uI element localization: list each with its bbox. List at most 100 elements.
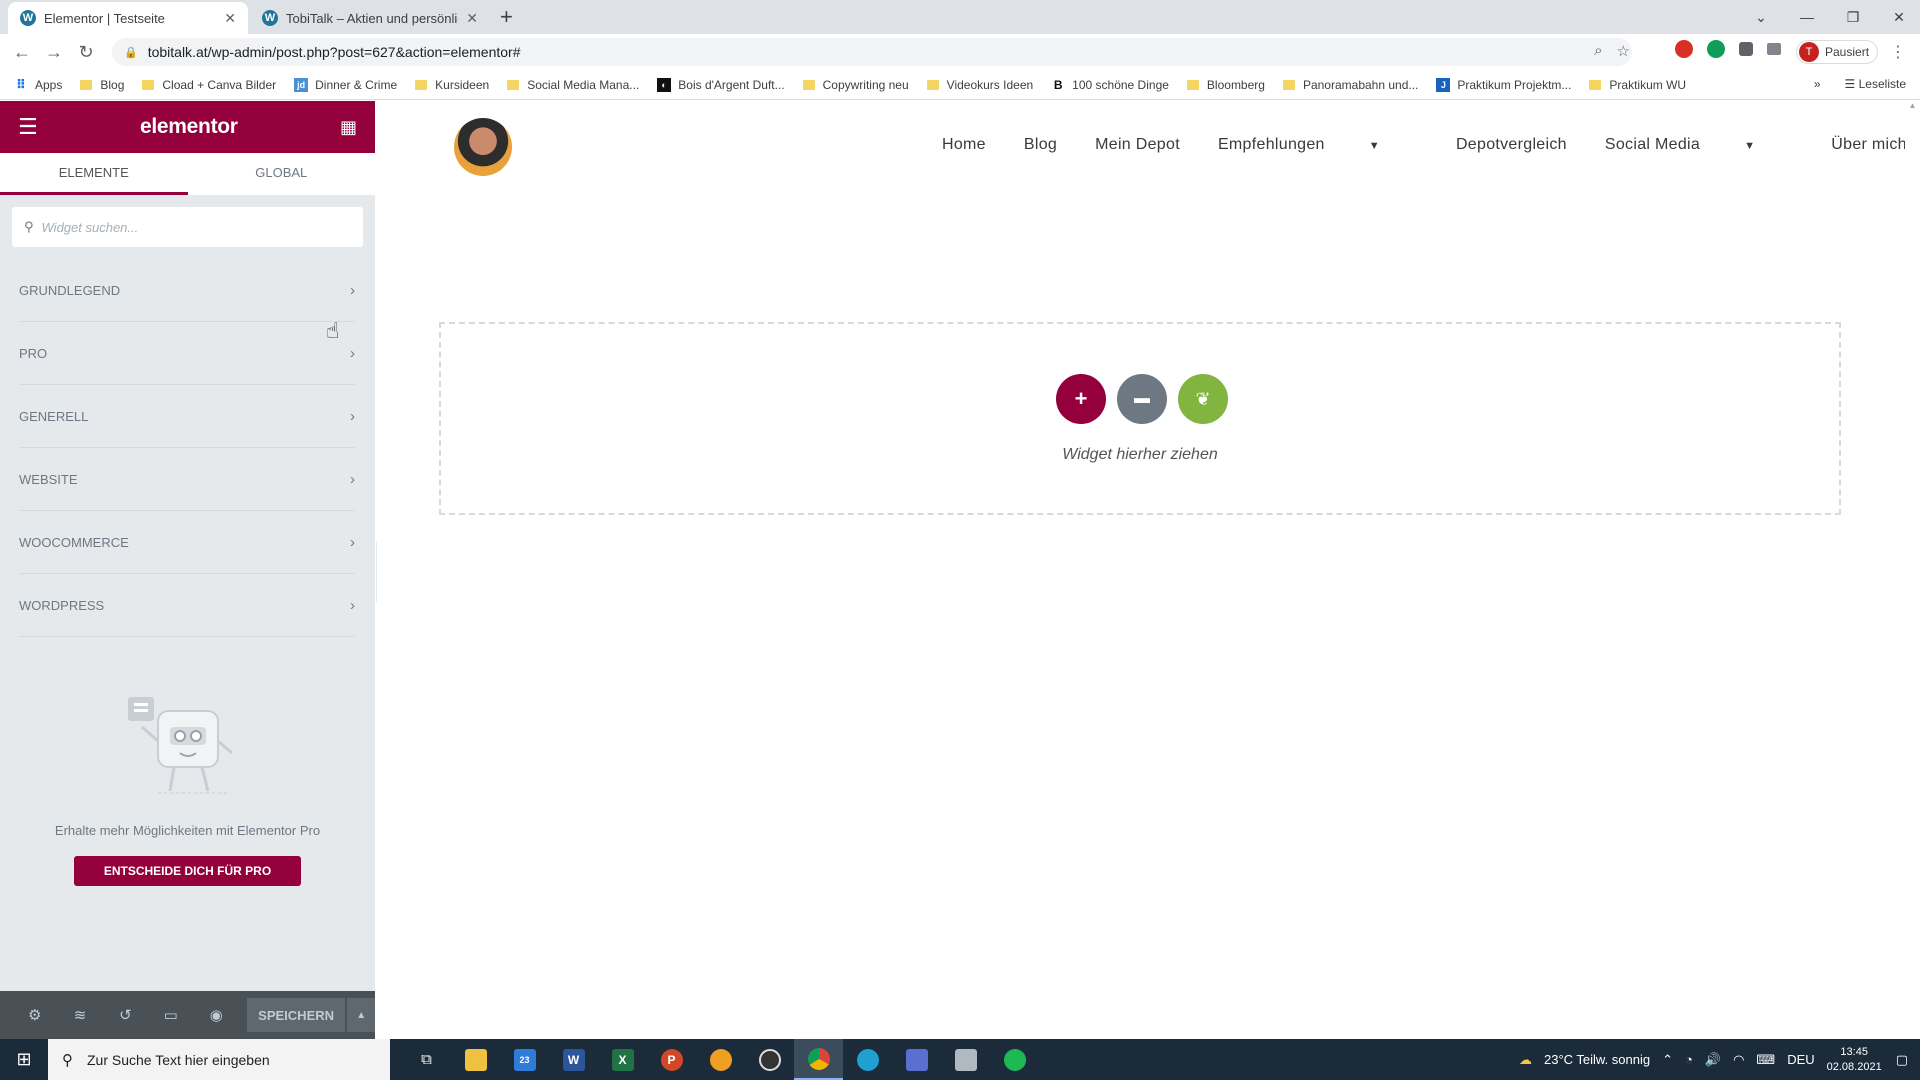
file-explorer-icon[interactable] [451,1039,500,1080]
spotify-icon[interactable] [990,1039,1039,1080]
mail-icon[interactable]: 23 [500,1039,549,1080]
save-button[interactable]: SPEICHERN [246,998,346,1032]
date: 02.08.2021 [1826,1060,1882,1073]
grammarly-icon[interactable] [1707,40,1725,58]
site-logo-avatar[interactable] [454,118,512,176]
language-indicator[interactable]: DEU [1787,1052,1814,1067]
bookmark-item[interactable]: Blog [80,78,124,92]
bookmark-item[interactable]: jd Dinner & Crime [294,77,397,92]
bookmark-item[interactable]: Copywriting neu [802,78,909,92]
category-wordpress[interactable]: WORDPRESS › [19,574,355,637]
add-section-plus-icon[interactable]: + [1056,374,1106,424]
chevron-down-icon: ▼ [1368,140,1380,152]
nav-depotvergleich[interactable]: Depotvergleich [1456,136,1567,154]
minimize-button[interactable]: — [1784,9,1830,25]
chrome-icon[interactable] [794,1039,843,1080]
add-template-folder-icon[interactable]: ▬ [1117,374,1167,424]
windows-start-icon[interactable]: ⊞ [0,1049,48,1070]
app-icon[interactable] [941,1039,990,1080]
bookmark-item[interactable]: J Praktikum Projektm... [1436,77,1571,92]
app-icon[interactable] [892,1039,941,1080]
bookmark-item[interactable]: B 100 schöne Dinge [1051,78,1169,92]
bookmark-item[interactable]: Bloomberg [1186,78,1265,92]
more-bookmarks-icon[interactable]: » [1814,77,1821,91]
weather-text[interactable]: 23°C Teilw. sonnig [1544,1052,1650,1067]
zoom-icon[interactable]: ⌕ [1594,42,1602,60]
network-icon[interactable]: ◔ [1685,1052,1693,1067]
excel-icon[interactable]: X [598,1039,647,1080]
bookmark-star-icon[interactable]: ☆ [1617,42,1630,60]
bookmark-item[interactable]: Videokurs Ideen [926,78,1033,92]
navigator-layers-icon[interactable]: ≋ [57,1006,102,1024]
adblock-icon[interactable] [1675,40,1693,58]
weather-icon[interactable]: ☁ [1519,1052,1532,1068]
forward-icon[interactable]: → [38,42,70,63]
tab-elementor[interactable]: W Elementor | Testseite ✕ [8,2,248,34]
category-generell[interactable]: GENERELL › [19,385,355,448]
bookmark-apps[interactable]: ⠿ Apps [14,77,62,92]
bookmark-item[interactable]: ◐ Bois d'Argent Duft... [657,77,785,92]
wifi-icon[interactable]: ◠ [1733,1052,1744,1068]
preview-eye-icon[interactable]: ◉ [193,1006,238,1024]
bookmark-item[interactable]: Panoramabahn und... [1282,78,1418,92]
site-navigation: Home Blog Mein Depot Empfehlungen ▼ Depot… [942,136,1920,154]
tab-global[interactable]: GLOBAL [188,153,376,195]
maximize-button[interactable]: ❐ [1830,9,1876,26]
history-icon[interactable]: ↺ [103,1006,148,1024]
reload-icon[interactable]: ↻ [70,42,102,63]
notifications-icon[interactable]: ▢ [1896,1052,1908,1068]
nav-empfehlungen[interactable]: Empfehlungen ▼ [1218,136,1418,154]
nav-blog[interactable]: Blog [1024,136,1057,154]
nav-mein-depot[interactable]: Mein Depot [1095,136,1180,154]
word-icon[interactable]: W [549,1039,598,1080]
tab-search-icon[interactable]: ⌄ [1738,9,1784,26]
edge-icon[interactable] [843,1039,892,1080]
nav-social-media[interactable]: Social Media ▼ [1605,136,1793,154]
category-grundlegend[interactable]: GRUNDLEGEND › [19,259,355,322]
app-icon[interactable] [696,1039,745,1080]
hamburger-menu-icon[interactable]: ☰ [18,114,38,140]
tab-elemente[interactable]: ELEMENTE [0,153,188,195]
clock[interactable]: 13:45 02.08.2021 [1827,1045,1882,1075]
bookmark-item[interactable]: Social Media Mana... [507,78,639,92]
widget-drop-zone[interactable]: + ▬ ❦ Widget hierher ziehen [439,322,1841,515]
category-website[interactable]: WEBSITE › [19,448,355,511]
go-pro-button[interactable]: ENTSCHEIDE DICH FÜR PRO [73,856,302,886]
nav-home[interactable]: Home [942,136,986,154]
obs-icon[interactable] [745,1039,794,1080]
powerpoint-icon[interactable]: P [647,1039,696,1080]
save-options-chevron-up-icon[interactable]: ▲ [347,998,376,1032]
back-icon[interactable]: ← [6,42,38,63]
bookmark-item[interactable]: Kursideen [415,78,489,92]
settings-gear-icon[interactable]: ⚙ [12,1006,57,1024]
task-view-icon[interactable]: ⧉ [402,1039,451,1080]
category-pro[interactable]: PRO › [19,322,355,385]
profile-button[interactable]: T Pausiert [1796,40,1879,64]
close-tab-icon[interactable]: ✕ [466,10,478,27]
taskbar-search-input[interactable]: ⚲ Zur Suche Text hier eingeben [48,1039,390,1080]
lock-icon[interactable]: 🔒 [124,46,138,59]
keyboard-icon[interactable]: ⌨ [1756,1052,1775,1068]
robot-illustration [127,691,248,801]
tab-tobitalk[interactable]: W TobiTalk – Aktien und persönliche ✕ [250,2,490,34]
envato-kit-leaf-icon[interactable]: ❦ [1178,374,1228,424]
media-queue-icon[interactable] [1767,43,1781,55]
address-bar[interactable]: 🔒 tobitalk.at/wp-admin/post.php?post=627… [112,38,1632,66]
bookmark-item[interactable]: Praktikum WU [1589,78,1686,92]
close-window-button[interactable]: ✕ [1876,9,1920,26]
reading-list[interactable]: ☰ Leseliste [1845,77,1906,91]
scroll-up-icon[interactable]: ▲ [1905,101,1920,110]
widgets-grid-icon[interactable]: ▦ [340,117,357,138]
category-woocommerce[interactable]: WOOCOMMERCE › [19,511,355,574]
tray-expand-icon[interactable]: ⌃ [1662,1052,1673,1068]
menu-icon[interactable]: ⋮ [1890,42,1906,62]
responsive-mode-icon[interactable]: ▭ [148,1006,193,1024]
drop-zone-buttons: + ▬ ❦ [1056,374,1228,424]
new-tab-button[interactable]: + [500,4,513,30]
puzzle-icon[interactable] [1739,42,1753,56]
volume-icon[interactable]: 🔊 [1705,1052,1721,1068]
page-scrollbar[interactable]: ▲ [1905,101,1920,1039]
bookmark-item[interactable]: Cload + Canva Bilder [142,78,276,92]
widget-search-input[interactable]: ⚲ Widget suchen... [12,207,363,247]
close-tab-icon[interactable]: ✕ [224,10,236,27]
